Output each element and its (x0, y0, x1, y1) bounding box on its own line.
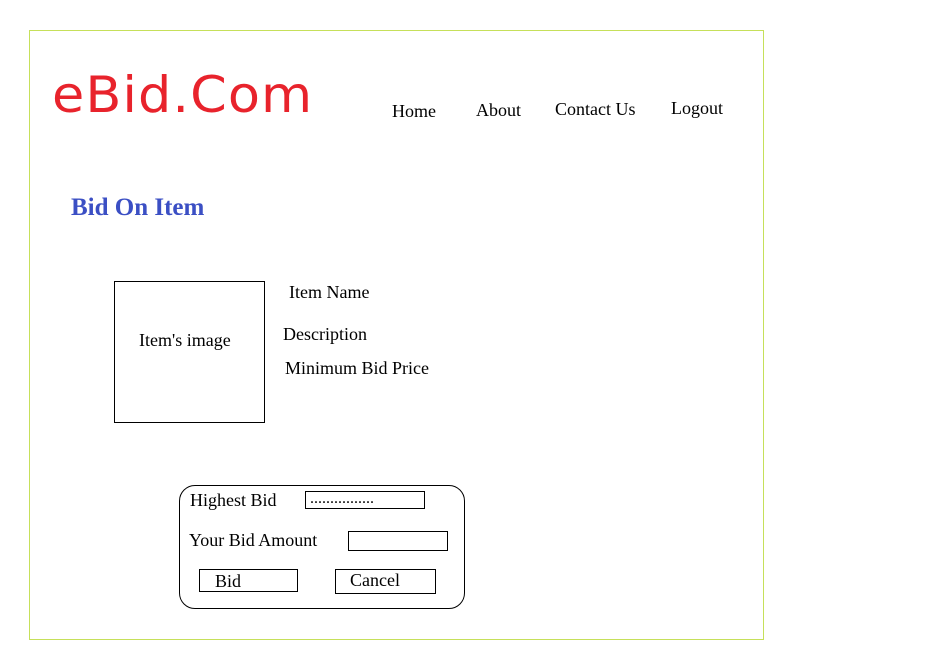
nav-logout-link[interactable]: Logout (671, 99, 723, 117)
item-image: Item's image (114, 281, 265, 423)
nav-home-link[interactable]: Home (392, 102, 436, 120)
page-title: Bid On Item (71, 194, 205, 221)
item-name-label: Item Name (289, 282, 370, 302)
cancel-button-label: Cancel (350, 570, 400, 590)
highest-bid-value: ................ (305, 491, 425, 509)
item-description-label: Description (283, 324, 367, 344)
nav-about-link[interactable]: About (476, 101, 521, 119)
your-bid-amount-label: Your Bid Amount (189, 530, 318, 550)
bid-button-label: Bid (215, 571, 242, 591)
item-image-placeholder: Item's image (139, 330, 231, 350)
minimum-bid-price-label: Minimum Bid Price (285, 358, 429, 378)
highest-bid-label: Highest Bid (190, 490, 277, 510)
nav-contact-link[interactable]: Contact Us (555, 100, 636, 118)
cancel-button[interactable]: Cancel (335, 569, 436, 594)
bid-form-panel: Highest Bid ................ Your Bid Am… (179, 485, 465, 609)
site-logo[interactable]: eBid.Com (52, 70, 313, 120)
bid-button[interactable]: Bid (199, 569, 298, 592)
your-bid-amount-input[interactable] (348, 531, 448, 551)
